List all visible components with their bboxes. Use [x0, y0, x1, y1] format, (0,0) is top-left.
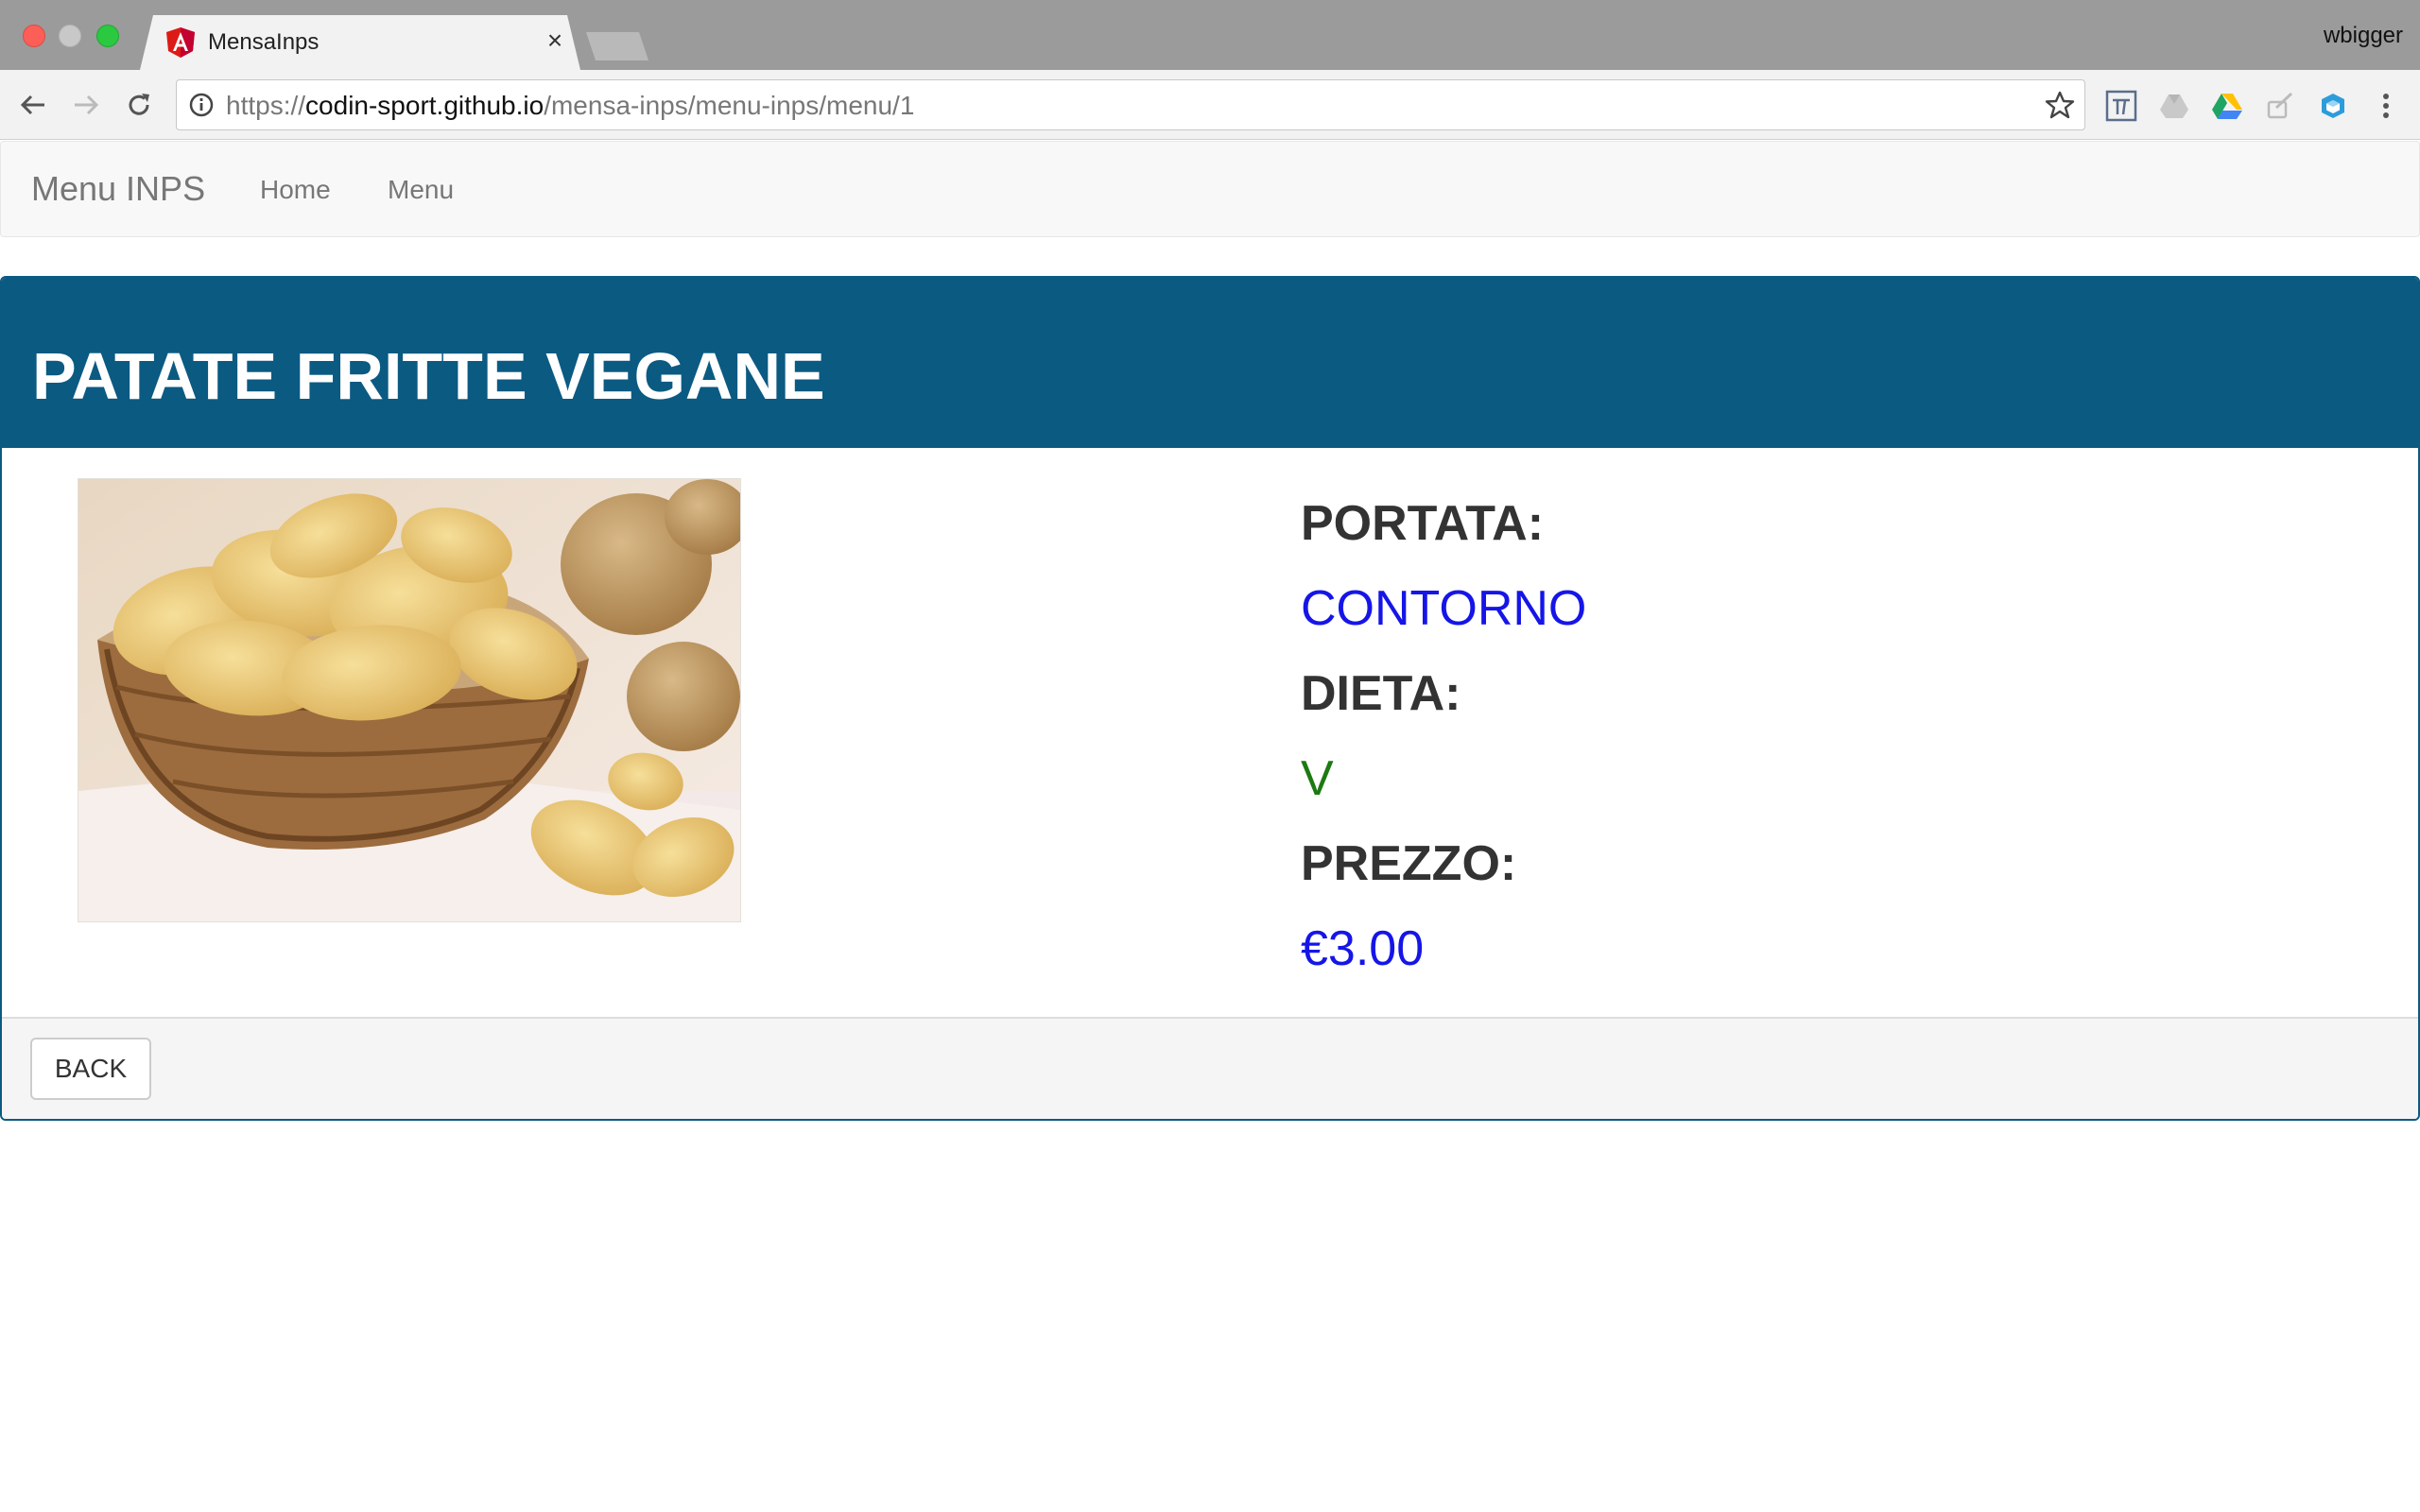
cube-icon[interactable] — [2316, 89, 2350, 123]
window-minimize-button[interactable] — [59, 25, 81, 47]
profile-name[interactable]: wbigger — [2324, 23, 2403, 49]
browser-toolbar: https://codin-sport.github.io/mensa-inps… — [0, 70, 2420, 140]
formula-icon[interactable] — [2104, 89, 2138, 123]
angular-icon — [166, 27, 195, 58]
new-tab-button[interactable] — [586, 32, 648, 60]
bookmark-star-icon[interactable] — [2045, 90, 2075, 120]
url-path: /mensa-inps/menu-inps/menu/1 — [544, 91, 915, 120]
portata-value: CONTORNO — [1301, 581, 1587, 636]
back-button[interactable]: BACK — [30, 1038, 151, 1100]
nav-link-menu[interactable]: Menu — [388, 174, 454, 206]
google-drive-icon[interactable] — [2210, 89, 2244, 123]
reload-icon[interactable] — [121, 87, 157, 123]
window-maximize-button[interactable] — [96, 25, 119, 47]
navbar-brand[interactable]: Menu INPS — [31, 170, 205, 208]
app-navbar: Menu INPS Home Menu — [0, 141, 2420, 237]
portata-label: PORTATA: — [1301, 496, 1545, 551]
back-arrow-icon[interactable] — [15, 87, 51, 123]
url-scheme: https:// — [226, 91, 306, 120]
nav-link-home[interactable]: Home — [260, 174, 331, 206]
more-menu-icon[interactable] — [2369, 89, 2403, 123]
prezzo-value: €3.00 — [1301, 921, 1425, 976]
browser-tab[interactable]: MensaInps × — [140, 15, 580, 70]
info-icon[interactable] — [188, 92, 215, 118]
dieta-value: V — [1301, 751, 1334, 806]
tab-close-icon[interactable]: × — [541, 26, 569, 55]
address-bar[interactable]: https://codin-sport.github.io/mensa-inps… — [176, 79, 2085, 130]
drive-grey-icon[interactable] — [2157, 89, 2191, 123]
url-host: codin-sport.github.io — [305, 91, 544, 120]
url-text: https://codin-sport.github.io/mensa-inps… — [226, 92, 914, 120]
tab-title: MensaInps — [208, 29, 320, 55]
panel-heading: PATATE FRITTE VEGANE — [2, 278, 2418, 448]
dish-title: PATATE FRITTE VEGANE — [32, 339, 825, 413]
dieta-label: DIETA: — [1301, 666, 1461, 721]
forward-arrow-icon[interactable] — [68, 87, 104, 123]
prezzo-label: PREZZO: — [1301, 836, 1517, 891]
window-close-button[interactable] — [23, 25, 45, 47]
potato-chips-image — [78, 478, 741, 922]
paint-icon[interactable] — [2263, 89, 2297, 123]
dish-panel: PATATE FRITTE VEGANE PORTATA: CONTORNO D… — [0, 276, 2420, 1121]
panel-footer: BACK — [2, 1017, 2418, 1119]
browser-titlebar: MensaInps × wbigger — [0, 0, 2420, 70]
